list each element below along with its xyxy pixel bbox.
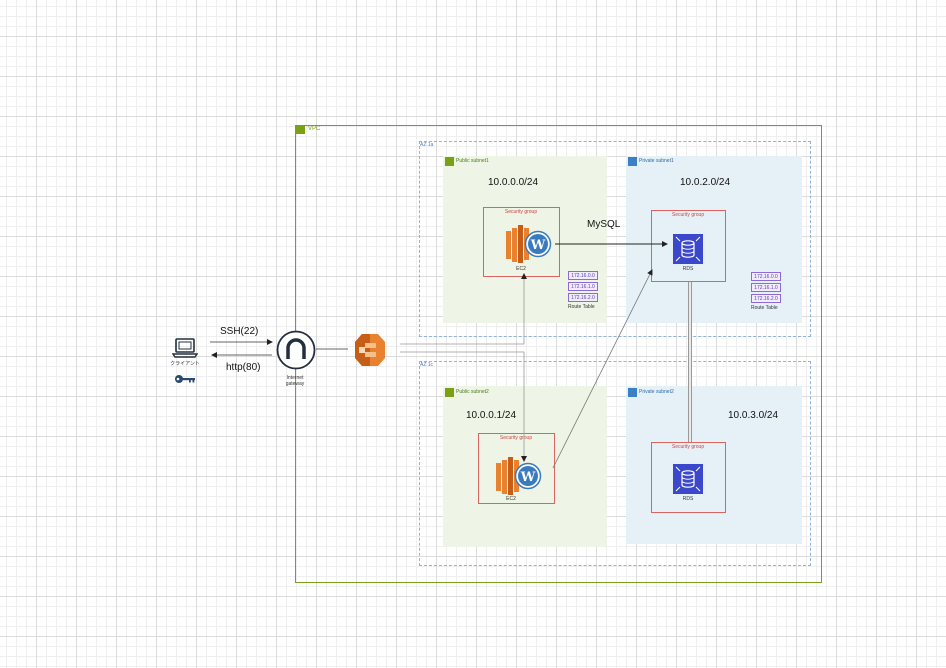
load-balancer-icon[interactable] (354, 333, 386, 367)
ec2-label: EC2 (516, 266, 526, 272)
rds-label: RDS (682, 266, 694, 272)
route-table-cidr: 172.16.1.0 (571, 284, 595, 290)
connections (210, 241, 692, 469)
laptop-icon[interactable] (172, 337, 198, 359)
svg-text:W: W (520, 470, 536, 485)
client-label: クライアント (170, 361, 200, 367)
route-table-row[interactable]: 172.16.2.0 (568, 293, 598, 302)
mysql-label: MySQL (587, 219, 621, 230)
ec2-wordpress-icon[interactable]: W (496, 457, 542, 495)
rds-icon[interactable] (673, 234, 703, 264)
ec2-wordpress-icon[interactable]: W (506, 225, 552, 263)
route-table-row[interactable]: 172.16.2.0 (751, 294, 781, 303)
ec2-label: EC2 (506, 496, 516, 502)
route-table-row[interactable]: 172.16.1.0 (568, 282, 598, 291)
route-table-cidr: 172.16.0.0 (571, 273, 595, 279)
route-table-cidr: 172.16.2.0 (571, 295, 595, 301)
svg-text:W: W (530, 238, 546, 253)
route-table-row[interactable]: 172.16.0.0 (751, 272, 781, 281)
route-table-label: Route Table (751, 305, 778, 311)
elb-ec2-1-edge (400, 273, 527, 345)
elb-ec2-2-edge (400, 351, 527, 462)
route-table-cidr: 172.16.1.0 (754, 285, 778, 291)
rds-label: RDS (682, 496, 694, 502)
igw-label-line2: gateway (285, 381, 305, 387)
route-table-cidr: 172.16.2.0 (754, 296, 778, 302)
internet-gateway-icon[interactable] (276, 330, 316, 370)
route-table-row[interactable]: 172.16.0.0 (568, 271, 598, 280)
route-table-label: Route Table (568, 304, 595, 310)
route-table-cidr: 172.16.0.0 (754, 274, 778, 280)
ssh-label: SSH(22) (220, 326, 259, 337)
rds-icon[interactable] (673, 464, 703, 494)
http-label: http(80) (226, 362, 261, 373)
key-icon (175, 375, 195, 383)
route-table-row[interactable]: 172.16.1.0 (751, 283, 781, 292)
